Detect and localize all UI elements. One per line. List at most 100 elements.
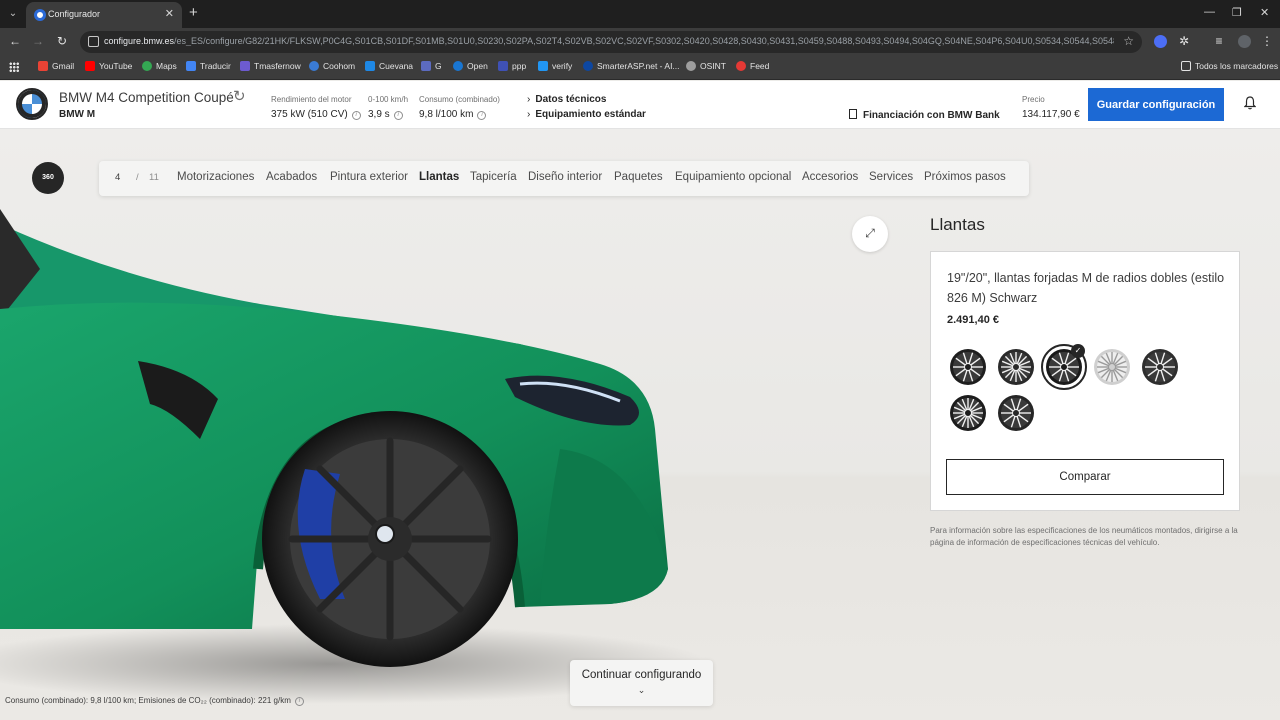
bookmark-ppp[interactable]: ppp (498, 61, 526, 71)
info-icon[interactable]: i (477, 111, 487, 120)
fullscreen-expand-icon[interactable]: ⤢ (852, 216, 888, 252)
engine-power-label: Rendimiento del motor (271, 95, 352, 104)
wheel-option-swatch[interactable] (1093, 348, 1131, 386)
consumption-text: 9,8 l/100 km (419, 109, 474, 120)
all-bookmarks-folder[interactable]: Todos los marcadores (1181, 61, 1278, 71)
wheel-option-swatch[interactable] (997, 348, 1035, 386)
bookmark-label: Traducir (200, 61, 231, 71)
close-tab-icon[interactable]: ✕ (165, 7, 174, 20)
info-icon[interactable]: i (294, 697, 304, 706)
step-pintura-exterior[interactable]: Pintura exterior (330, 171, 408, 183)
bookmark-youtube[interactable]: YouTube (85, 61, 132, 71)
view-360-label: 360 (42, 174, 54, 181)
new-tab-icon[interactable]: + (189, 5, 198, 21)
tab-search-chevron-icon[interactable]: ⌄ (6, 7, 20, 21)
media-controls-icon[interactable]: ≡ (1212, 34, 1226, 48)
info-icon[interactable]: i (351, 111, 361, 120)
technical-data-link[interactable]: › Datos técnicos (527, 94, 606, 105)
change-model-refresh-icon[interactable]: ↻ (233, 87, 246, 105)
reload-icon[interactable]: ↻ (55, 34, 69, 48)
consumption-label: Consumo (combinado) (419, 95, 500, 104)
current-step: 4 (115, 172, 121, 183)
standard-equipment-label: Equipamiento estándar (535, 109, 646, 120)
info-icon[interactable]: i (393, 111, 403, 120)
car-image[interactable] (0, 129, 700, 720)
bookmark-coohom[interactable]: Coohom (309, 61, 355, 71)
panel-title: Llantas (930, 215, 985, 234)
step-llantas[interactable]: Llantas (419, 171, 459, 183)
bookmark-feed[interactable]: Feed (736, 61, 769, 71)
wheel-icon (950, 395, 986, 431)
g-icon (421, 61, 431, 71)
standard-equipment-link[interactable]: › Equipamiento estándar (527, 109, 646, 120)
bookmarks-bar: Gmail YouTube Maps Traducir Tmasfernow C… (0, 56, 1280, 80)
bookmark-star-icon[interactable]: ☆ (1123, 34, 1134, 48)
step-proximos-pasos[interactable]: Próximos pasos (924, 171, 1006, 183)
back-icon[interactable]: ← (8, 34, 22, 48)
wheel-icon (950, 349, 986, 385)
site-info-icon[interactable] (88, 36, 99, 47)
extension-icon[interactable] (1154, 35, 1167, 48)
bookmark-label: Gmail (52, 61, 75, 71)
bookmark-gmail[interactable]: Gmail (38, 61, 74, 71)
bookmark-label: Open (467, 61, 488, 71)
technical-data-label: Datos técnicos (535, 94, 607, 105)
step-acabados[interactable]: Acabados (266, 171, 317, 183)
wheel-icon (998, 395, 1034, 431)
smarterasp-icon (583, 61, 593, 71)
bmw-logo[interactable] (16, 88, 48, 120)
step-tapiceria[interactable]: Tapicería (470, 171, 517, 183)
price-value: 134.117,90 € (1022, 109, 1080, 120)
price-label: Precio (1022, 95, 1045, 104)
step-diseno-interior[interactable]: Diseño interior (528, 171, 602, 183)
bookmark-smarterasp[interactable]: SmarterASP.net - AI... (583, 61, 680, 71)
bookmark-traducir[interactable]: Traducir (186, 61, 231, 71)
step-equipamiento-opcional[interactable]: Equipamiento opcional (675, 171, 791, 183)
wheel-option-swatch[interactable] (949, 394, 987, 432)
wheel-option-swatch[interactable] (997, 394, 1035, 432)
extensions-puzzle-icon[interactable]: ✲ (1177, 34, 1191, 48)
profile-avatar-icon[interactable] (1238, 35, 1251, 48)
forward-icon[interactable]: → (31, 34, 45, 48)
selected-check-icon: ✓ (1071, 344, 1085, 358)
minimize-icon[interactable]: — (1204, 6, 1215, 18)
continue-configuring-button[interactable]: Continuar configurando ⌄ (570, 660, 713, 706)
wheel-option-swatch[interactable] (1141, 348, 1179, 386)
browser-tab[interactable]: Configurador ✕ (26, 2, 182, 28)
save-configuration-button[interactable]: Guardar configuración (1088, 88, 1224, 121)
step-services[interactable]: Services (869, 171, 913, 183)
configurator-stage: 360 4 / 11 Motorizaciones Acabados Pintu… (0, 129, 1280, 720)
compare-button[interactable]: Comparar (946, 459, 1224, 495)
financing-link[interactable]: Financiación con BMW Bank (849, 109, 1000, 121)
bookmark-osint[interactable]: OSINT (686, 61, 726, 71)
address-bar[interactable]: configure.bmw.es/es_ES/configure/G82/21H… (80, 31, 1142, 53)
bookmark-g[interactable]: G (421, 61, 442, 71)
bookmark-open[interactable]: Open (453, 61, 488, 71)
apps-grid-icon[interactable] (9, 62, 19, 72)
step-paquetes[interactable]: Paquetes (614, 171, 663, 183)
restore-icon[interactable]: ❐ (1232, 6, 1242, 19)
wheel-option-swatch[interactable] (949, 348, 987, 386)
view-360-button[interactable]: 360 (32, 162, 64, 194)
bookmark-tmasfernow[interactable]: Tmasfernow (240, 61, 301, 71)
wheel-option-swatch[interactable]: ✓ (1041, 344, 1087, 390)
consumption-emissions-footer: Consumo (combinado): 9,8 l/100 km; Emisi… (5, 696, 304, 706)
chrome-menu-icon[interactable]: ⋮ (1260, 34, 1274, 48)
bookmark-verify[interactable]: verify (538, 61, 572, 71)
tab-title: Configurador (48, 9, 101, 19)
bookmark-maps[interactable]: Maps (142, 61, 177, 71)
bookmark-label: Feed (750, 61, 770, 71)
bookmark-label: verify (552, 61, 573, 71)
verify-icon (538, 61, 548, 71)
gmail-icon (38, 61, 48, 71)
notification-bell-icon[interactable] (1244, 96, 1256, 110)
bookmark-cuevana[interactable]: Cuevana (365, 61, 413, 71)
close-window-icon[interactable]: ✕ (1260, 6, 1269, 19)
ppp-icon (498, 61, 508, 71)
browser-toolbar: ← → ↻ configure.bmw.es/es_ES/configure/G… (0, 28, 1280, 56)
financing-label: Financiación con BMW Bank (863, 110, 1000, 121)
bookmark-label: Maps (156, 61, 177, 71)
acceleration-text: 3,9 s (368, 109, 390, 120)
step-accesorios[interactable]: Accesorios (802, 171, 858, 183)
step-motorizaciones[interactable]: Motorizaciones (177, 171, 254, 183)
